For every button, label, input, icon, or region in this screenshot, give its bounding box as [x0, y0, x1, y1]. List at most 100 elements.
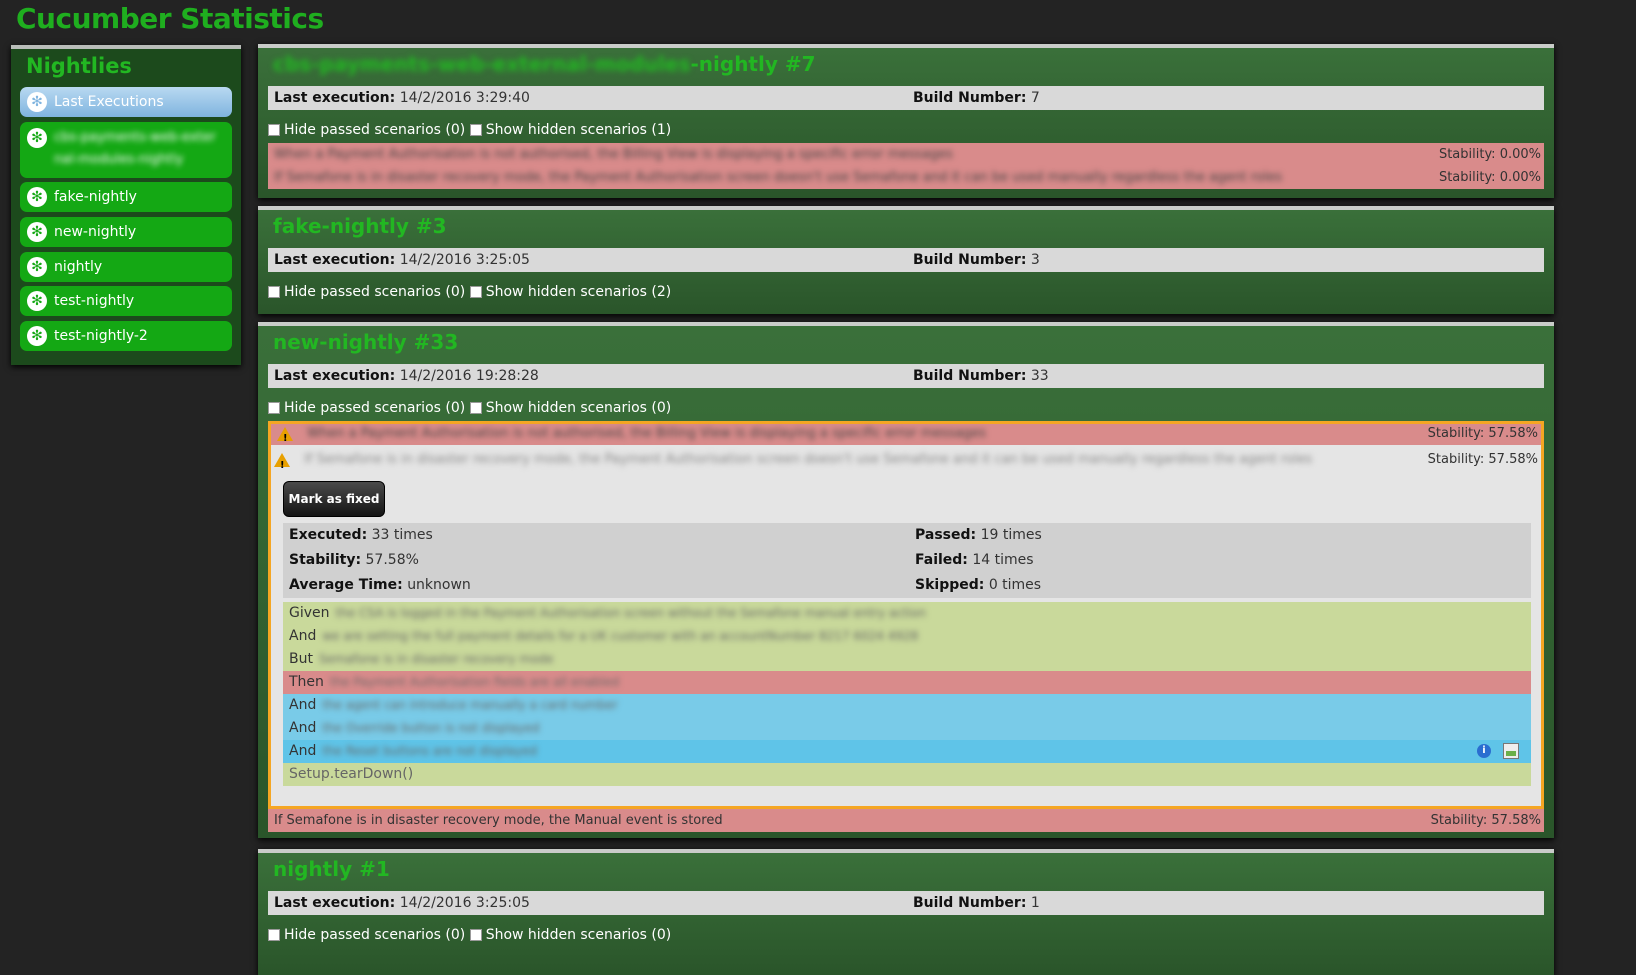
sidebar-item-label: nightly [54, 259, 103, 275]
step-text: the CSA is logged in the Payment Authori… [335, 606, 926, 620]
step-text: the Override button is not displayed [322, 721, 540, 735]
panel-title-suffix: -nightly #7 [690, 52, 816, 76]
stability-label: Stability: [289, 552, 362, 568]
step-row: But Semafone is in disaster recovery mode [283, 648, 1531, 671]
hide-passed-checkbox[interactable] [268, 286, 280, 298]
show-hidden-checkbox[interactable] [469, 286, 482, 298]
step-row: And the agent can introduce manually a ca… [283, 694, 1531, 717]
build-number-value: 7 [1030, 90, 1040, 106]
show-hidden-checkbox[interactable] [469, 929, 482, 941]
nightly-panel: new-nightly #33 Last execution: 14/2/201… [258, 322, 1554, 838]
step-keyword: Then [289, 674, 324, 690]
sidebar-item-label: new-nightly [54, 224, 137, 240]
hide-passed-label: Hide passed scenarios [284, 400, 441, 416]
panel-title[interactable]: new-nightly #33 [273, 330, 1554, 360]
hide-passed-count: (0) [445, 927, 466, 943]
scenario-filters: Hide passed scenarios (0) Show hidden sc… [268, 926, 671, 944]
show-hidden-count: (2) [651, 284, 672, 300]
sidebar-item-last-executions[interactable]: ✻ Last Executions [20, 87, 232, 117]
build-number-value: 33 [1030, 368, 1049, 384]
show-hidden-checkbox[interactable] [469, 124, 482, 136]
step-text: the Reset buttons are not displayed [322, 744, 538, 758]
cucumber-icon: ✻ [27, 92, 47, 112]
step-row: Setup.tearDown() [283, 763, 1531, 786]
panel-title[interactable]: fake-nightly #3 [273, 214, 1554, 244]
execution-info: Last execution: 14/2/2016 3:25:05 Build … [268, 891, 1544, 915]
scenario-row[interactable]: If Semafone is in disaster recovery mode… [268, 809, 1544, 832]
show-hidden-count: (0) [651, 400, 672, 416]
scenario-row[interactable]: If Semafone is in disaster recovery mode… [268, 166, 1544, 189]
scenario-filters: Hide passed scenarios (0) Show hidden sc… [268, 283, 671, 301]
passed-label: Passed: [915, 527, 977, 543]
cucumber-icon: ✻ [27, 326, 47, 346]
skipped-label: Skipped: [915, 577, 985, 593]
step-text: Setup.tearDown() [289, 766, 414, 782]
hide-passed-label: Hide passed scenarios [284, 284, 441, 300]
show-hidden-label: Show hidden scenarios [485, 122, 647, 138]
hide-passed-count: (0) [445, 122, 466, 138]
step-row: And we are setting the full payment detai… [283, 625, 1531, 648]
cucumber-icon: ✻ [27, 222, 47, 242]
sidebar-item-fake-nightly[interactable]: ✻ fake-nightly [20, 182, 232, 212]
sidebar-item-test-nightly[interactable]: ✻ test-nightly [20, 286, 232, 316]
scenario-filters: Hide passed scenarios (0) Show hidden sc… [268, 399, 671, 417]
step-keyword: And [289, 697, 317, 713]
scenario-row[interactable]: ! If Semafone is in disaster recovery mo… [274, 449, 1312, 471]
show-hidden-label: Show hidden scenarios [485, 400, 647, 416]
nightly-panel: fake-nightly #3 Last execution: 14/2/201… [258, 206, 1554, 314]
scenario-detail: ! If Semafone is in disaster recovery mo… [268, 445, 1544, 809]
cucumber-icon: ✻ [27, 257, 47, 277]
failed-value: 14 times [972, 552, 1034, 568]
sidebar-item-label: test-nightly-2 [54, 328, 148, 344]
execution-info: Last execution: 14/2/2016 3:25:05 Build … [268, 248, 1544, 272]
hide-passed-label: Hide passed scenarios [284, 927, 441, 943]
hide-passed-count: (0) [445, 284, 466, 300]
scenario-text: When a Payment Authorisation is not auth… [274, 147, 953, 162]
sidebar-item-label: test-nightly [54, 293, 135, 309]
last-execution-value: 14/2/2016 3:29:40 [399, 90, 530, 106]
build-number-label: Build Number: [913, 90, 1027, 106]
step-text: the Payment Authorisation fields are all… [329, 675, 620, 689]
mark-as-fixed-button[interactable]: Mark as fixed [283, 481, 385, 517]
sidebar-item-label: cbs-payments-web-external-modules-nightl… [54, 130, 216, 167]
scenario-text: If Semafone is in disaster recovery mode… [304, 452, 1313, 467]
hide-passed-checkbox[interactable] [268, 929, 280, 941]
scenario-row[interactable]: When a Payment Authorisation is not auth… [268, 143, 1544, 166]
step-keyword: And [289, 720, 317, 736]
build-number-value: 1 [1030, 895, 1040, 911]
last-execution-value: 14/2/2016 19:28:28 [399, 368, 539, 384]
last-execution-label: Last execution: [274, 90, 396, 106]
stability-value: 57.58% [365, 552, 419, 568]
build-number-label: Build Number: [913, 895, 1027, 911]
scenario-text: If Semafone is in disaster recovery mode… [274, 170, 1283, 185]
executed-label: Executed: [289, 527, 368, 543]
sidebar-item-cbs-payments[interactable]: ✻ cbs-payments-web-external-modules-nigh… [20, 122, 232, 178]
panel-title[interactable]: cbs-payments-web-external-modules-nightl… [273, 52, 1554, 82]
hide-passed-checkbox[interactable] [268, 402, 280, 414]
cucumber-icon: ✻ [27, 291, 47, 311]
sidebar-item-label: fake-nightly [54, 189, 137, 205]
panel-title[interactable]: nightly #1 [273, 857, 1554, 887]
info-icon[interactable]: i [1477, 744, 1491, 758]
sidebar-item-new-nightly[interactable]: ✻ new-nightly [20, 217, 232, 247]
hide-passed-count: (0) [445, 400, 466, 416]
scenario-stability: Stability: 0.00% [1438, 170, 1541, 185]
image-icon[interactable] [1503, 743, 1519, 759]
step-keyword: And [289, 628, 317, 644]
average-time-label: Average Time: [289, 577, 403, 593]
step-text: we are setting the full payment details … [322, 629, 919, 643]
execution-info: Last execution: 14/2/2016 3:29:40 Build … [268, 86, 1544, 110]
hide-passed-checkbox[interactable] [268, 124, 280, 136]
build-number-value: 3 [1030, 252, 1040, 268]
build-number-label: Build Number: [913, 368, 1027, 384]
scenario-text: If Semafone is in disaster recovery mode… [274, 813, 723, 828]
show-hidden-checkbox[interactable] [469, 402, 482, 414]
nightly-panel: cbs-payments-web-external-modules-nightl… [258, 44, 1554, 198]
sidebar-item-nightly[interactable]: ✻ nightly [20, 252, 232, 282]
show-hidden-count: (0) [651, 927, 672, 943]
sidebar-item-test-nightly-2[interactable]: ✻ test-nightly-2 [20, 321, 232, 351]
show-hidden-label: Show hidden scenarios [485, 284, 647, 300]
warning-icon: ! [274, 452, 290, 471]
scenario-row[interactable]: ! When a Payment Authorisation is not au… [268, 421, 1544, 445]
scenario-stability: Stability: 57.58% [1430, 813, 1541, 828]
